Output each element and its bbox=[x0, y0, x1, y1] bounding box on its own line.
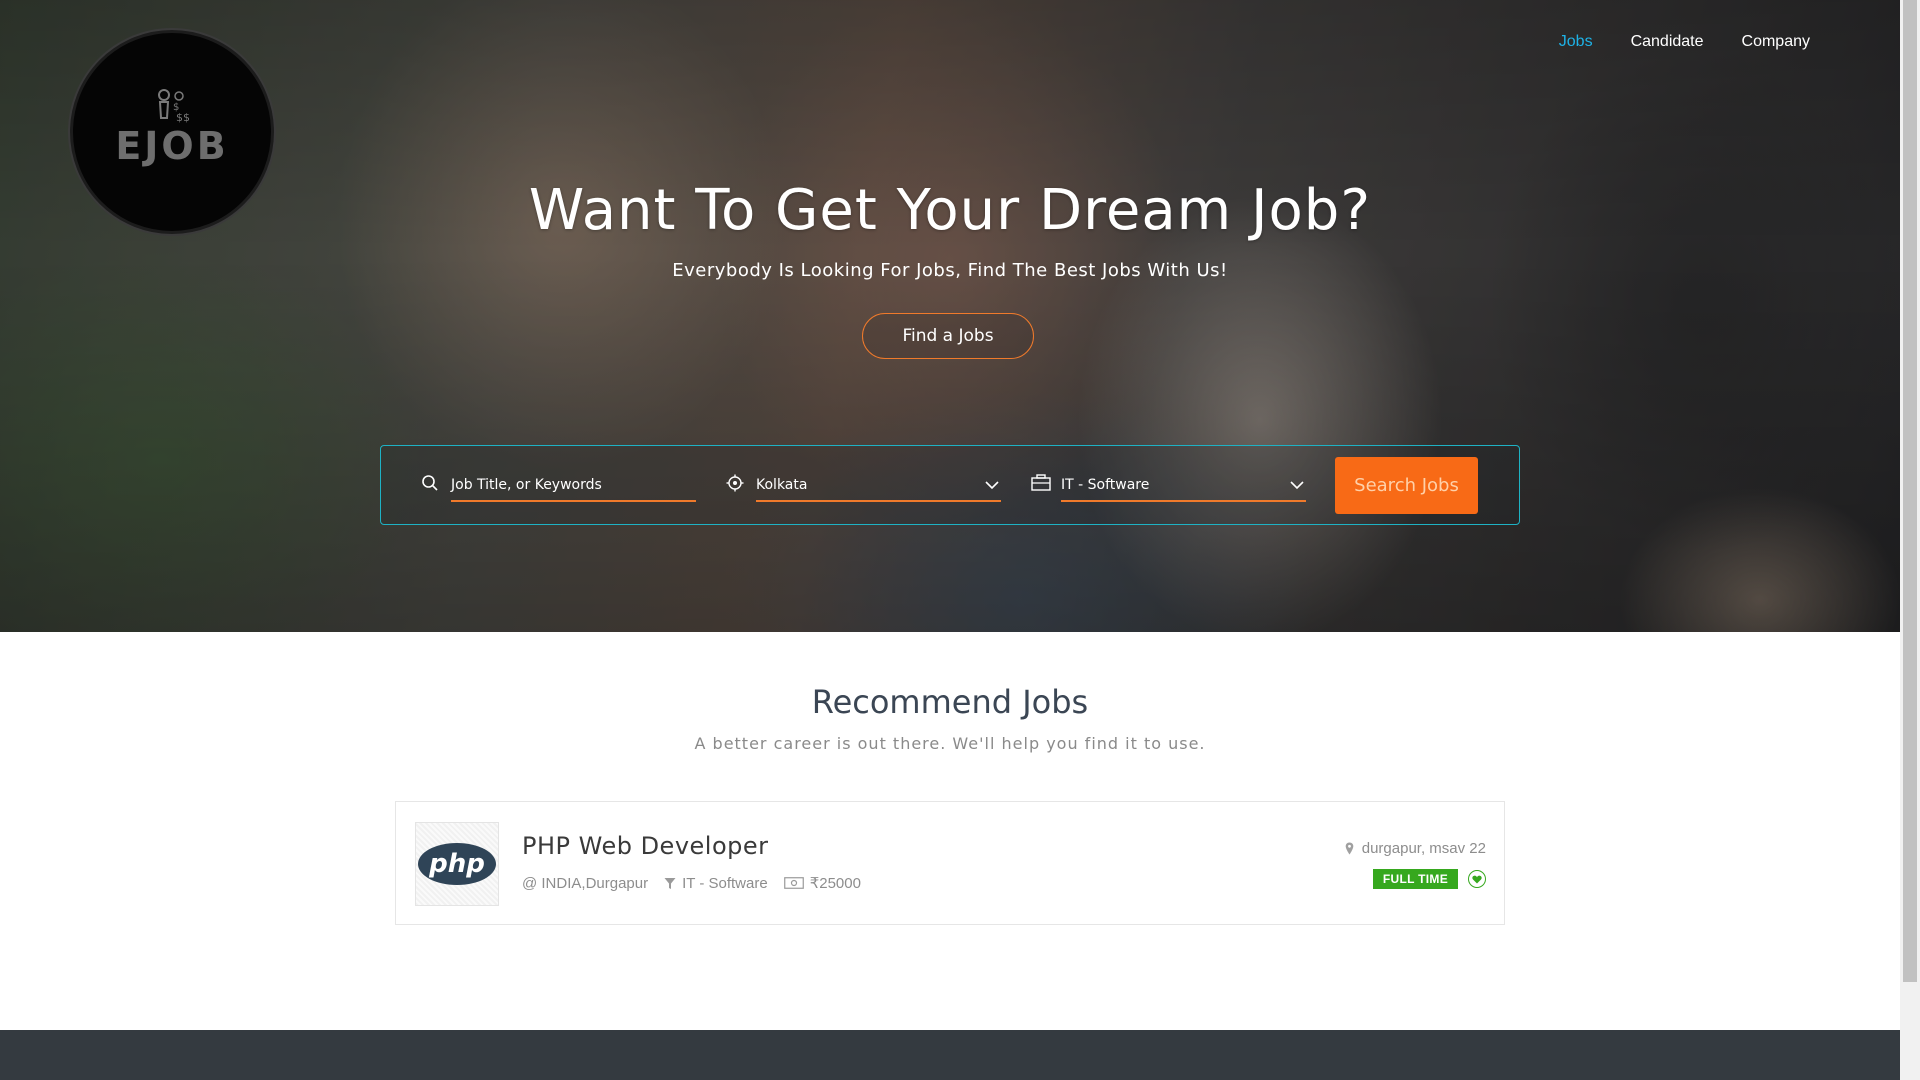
nav-item-company[interactable]: Company bbox=[1742, 33, 1810, 51]
posted-location-text: durgapur, msav 22 bbox=[1361, 840, 1486, 857]
logo-mark-icon: $ $$ bbox=[158, 89, 190, 124]
money-icon bbox=[783, 877, 804, 889]
recommend-subtitle: A better career is out there. We'll help… bbox=[694, 734, 1206, 753]
location-select[interactable]: Kolkata bbox=[756, 470, 1001, 502]
recommend-title: Recommend Jobs bbox=[811, 683, 1089, 721]
job-badges: FULL TIME bbox=[1372, 869, 1486, 889]
page-scrollbar[interactable] bbox=[1900, 0, 1920, 1080]
location-target-icon bbox=[726, 474, 744, 492]
php-logo-text: php bbox=[428, 849, 485, 879]
salary-text: ₹25000 bbox=[809, 875, 861, 892]
job-search-bar: Job Title, or Keywords Kolkata IT - Soft… bbox=[380, 445, 1520, 525]
category-text: IT - Software bbox=[682, 874, 768, 892]
location-value: Kolkata bbox=[756, 477, 808, 493]
job-title[interactable]: PHP Web Developer bbox=[522, 832, 769, 860]
hero-subtitle: Everybody Is Looking For Jobs, Find The … bbox=[672, 260, 1228, 281]
company-logo[interactable]: php bbox=[415, 822, 499, 906]
search-jobs-button[interactable]: Search Jobs bbox=[1335, 457, 1478, 514]
logo-text: EJOB bbox=[115, 124, 229, 168]
heart-icon[interactable] bbox=[1468, 870, 1486, 888]
search-icon bbox=[421, 474, 439, 492]
keyword-input[interactable]: Job Title, or Keywords bbox=[451, 470, 696, 502]
main-nav: Jobs Candidate Company bbox=[1521, 33, 1810, 51]
job-type-badge: FULL TIME bbox=[1372, 869, 1458, 889]
svg-text:$$: $$ bbox=[176, 111, 190, 124]
job-meta: @ INDIA,Durgapur IT - Software ₹25000 bbox=[522, 874, 877, 893]
find-jobs-button[interactable]: Find a Jobs bbox=[862, 313, 1034, 359]
job-card[interactable]: php PHP Web Developer @ INDIA,Durgapur I… bbox=[395, 801, 1505, 925]
nav-item-jobs[interactable]: Jobs bbox=[1559, 33, 1593, 51]
job-posted-location: durgapur, msav 22 bbox=[1345, 840, 1486, 857]
keyword-placeholder: Job Title, or Keywords bbox=[451, 477, 602, 493]
category-value: IT - Software bbox=[1061, 477, 1150, 493]
map-pin-icon bbox=[1345, 842, 1354, 855]
category-select[interactable]: IT - Software bbox=[1061, 470, 1306, 502]
job-salary: ₹25000 bbox=[783, 874, 861, 892]
footer bbox=[0, 1030, 1900, 1080]
briefcase-icon bbox=[1031, 474, 1051, 492]
job-company-location: @ INDIA,Durgapur bbox=[522, 875, 648, 892]
chevron-down-icon bbox=[1290, 481, 1304, 490]
nav-item-candidate[interactable]: Candidate bbox=[1631, 33, 1704, 51]
php-logo-icon: php bbox=[418, 843, 496, 885]
filter-icon bbox=[664, 877, 676, 889]
scrollbar-thumb[interactable] bbox=[1903, 0, 1917, 982]
chevron-down-icon bbox=[985, 481, 999, 490]
hero-section: $ $$ EJOB Jobs Candidate Company Want To… bbox=[0, 0, 1900, 632]
job-category: IT - Software bbox=[664, 875, 768, 892]
company-location-text: @ INDIA,Durgapur bbox=[522, 874, 649, 892]
hero-title: Want To Get Your Dream Job? bbox=[528, 178, 1372, 243]
